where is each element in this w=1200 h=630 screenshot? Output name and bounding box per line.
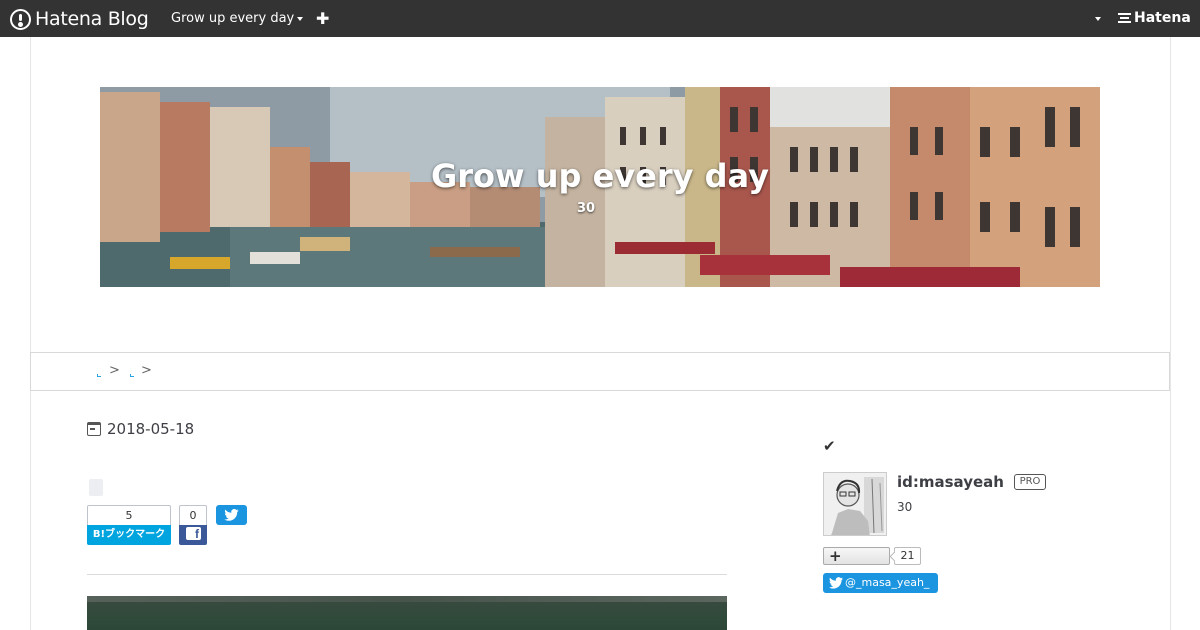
user-menu-caret-icon[interactable] xyxy=(1095,17,1101,21)
twitter-handle: @_masa_yeah_ xyxy=(845,576,930,589)
facebook-share-count[interactable]: 0 xyxy=(179,505,207,525)
breadcrumb-separator: > xyxy=(109,363,120,378)
entry-date-text: 2018-05-18 xyxy=(107,420,195,438)
breadcrumb-link-category[interactable] xyxy=(130,374,134,377)
avatar[interactable] xyxy=(823,472,887,536)
facebook-share-button[interactable]: 0 xyxy=(179,505,207,545)
entry-divider xyxy=(87,574,727,575)
readers-count: 21 xyxy=(894,547,921,565)
blog-switcher[interactable]: Grow up every day xyxy=(171,11,304,26)
breadcrumb-link-home[interactable] xyxy=(97,374,101,377)
brand-text: Hatena Blog xyxy=(35,8,149,30)
hatena-logo[interactable]: Hatena xyxy=(1118,10,1191,26)
global-header: Hatena Blog Grow up every day ✚ Hatena xyxy=(0,0,1200,37)
hatena-blog-icon xyxy=(10,8,31,30)
check-icon: ✔ xyxy=(823,437,836,455)
twitter-bird-icon xyxy=(829,577,843,589)
avatar-sketch-image xyxy=(824,473,886,535)
hatena-bookmark-count[interactable]: 5 xyxy=(87,505,171,525)
entry-category-chip[interactable] xyxy=(89,479,103,496)
facebook-icon[interactable] xyxy=(179,525,207,545)
breadcrumb-separator: > xyxy=(141,363,152,378)
hatena-bookmark-button[interactable]: 5 B!ブックマーク xyxy=(87,505,171,545)
new-post-button[interactable]: ✚ xyxy=(316,9,329,28)
hatena-blog-logo[interactable]: Hatena Blog xyxy=(10,7,149,31)
hatena-text: Hatena xyxy=(1134,10,1191,26)
hatena-mark-icon xyxy=(1118,13,1131,23)
subscribe-button[interactable]: + xyxy=(823,547,890,565)
profile-user-id[interactable]: id:masayeah xyxy=(897,473,1004,491)
twitter-share-button[interactable] xyxy=(216,505,247,525)
breadcrumb: > > xyxy=(30,352,1170,391)
blog-title[interactable]: Grow up every day xyxy=(100,157,1100,195)
entry-date[interactable]: 2018-05-18 xyxy=(87,420,194,438)
twitter-bird-icon xyxy=(224,509,239,521)
header-banner-image[interactable]: Grow up every day 30 xyxy=(100,87,1100,287)
calendar-icon xyxy=(87,422,101,436)
hatena-bookmark-label[interactable]: B!ブックマーク xyxy=(87,525,171,545)
blog-name: Grow up every day xyxy=(171,11,295,26)
caret-down-icon xyxy=(297,16,304,21)
pro-badge: PRO xyxy=(1014,474,1046,490)
plus-icon: + xyxy=(829,547,842,565)
entry-eyecatch-image[interactable] xyxy=(87,596,727,630)
blog-description: 30 xyxy=(576,201,596,216)
profile-description: 30 xyxy=(897,500,913,514)
twitter-follow-button[interactable]: @_masa_yeah_ xyxy=(823,573,938,593)
plus-icon: ✚ xyxy=(316,9,330,28)
